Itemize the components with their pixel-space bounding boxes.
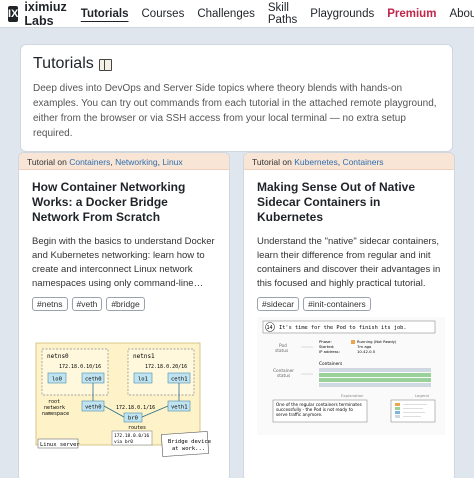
topic-link-kubernetes[interactable]: Kubernetes [294, 157, 337, 167]
nav-skill-paths[interactable]: Skill Paths [268, 2, 297, 26]
card-description: Understand the "native" sidecar containe… [257, 236, 441, 289]
nav-about[interactable]: About [449, 8, 474, 20]
route-1: 172.18.0.0/16 [114, 433, 150, 439]
route-2: via br0 [114, 439, 133, 445]
netns1-ip: 172.18.0.20/16 [145, 364, 187, 370]
nav-tutorials[interactable]: Tutorials [81, 8, 129, 20]
page-title: Tutorials [33, 55, 440, 73]
card-description: Begin with the basics to understand Dock… [32, 236, 215, 289]
tag-sidecar[interactable]: #sidecar [257, 297, 300, 311]
book-icon [98, 58, 112, 71]
tag-list: #sidecar #init-containers [257, 297, 441, 311]
intro-description: Deep dives into DevOps and Server Side t… [33, 83, 437, 139]
ceth1-label: ceth1 [171, 377, 188, 383]
nav-challenges[interactable]: Challenges [197, 8, 255, 20]
card-topics-header: Tutorial on Containers, Networking, Linu… [19, 153, 229, 170]
containers-label: Containers [319, 361, 343, 367]
tag-veth[interactable]: #veth [71, 297, 103, 311]
br0-label: br0 [128, 416, 138, 422]
topic-link-containers[interactable]: Containers [342, 157, 383, 167]
topic-link-containers[interactable]: Containers [69, 157, 110, 167]
card-title[interactable]: How Container Networking Works: a Docker… [32, 180, 216, 225]
ip-label: IP address: [319, 349, 340, 354]
veth1-label: veth1 [171, 405, 188, 411]
card-prefix: Tutorial on [252, 157, 292, 167]
ceth0-label: ceth0 [85, 377, 102, 383]
sidecar-diagram: 14 It's time for the Pod to finish its j… [257, 317, 445, 435]
tag-list: #netns #veth #bridge [32, 297, 216, 311]
step-number: 14 [267, 325, 273, 331]
topic-link-linux[interactable]: Linux [162, 157, 182, 167]
tag-init-containers[interactable]: #init-containers [303, 297, 371, 311]
brand-name[interactable]: iximiuz Labs [24, 0, 66, 28]
top-nav: IX iximiuz Labs Tutorials Courses Challe… [0, 0, 474, 28]
card-topics-header: Tutorial on Kubernetes, Containers [244, 153, 454, 170]
bridge-network-diagram: netns0 netns1 172.18.0.10/16 172.18.0.20… [32, 341, 220, 459]
tutorials-intro: Tutorials Deep dives into DevOps and Ser… [20, 44, 453, 152]
routes-label: routes [128, 425, 146, 431]
netns1-label: netns1 [133, 353, 155, 360]
card-prefix: Tutorial on [27, 157, 67, 167]
tutorial-card-container-networking[interactable]: Tutorial on Containers, Networking, Linu… [18, 152, 230, 478]
netns0-ip: 172.18.0.10/16 [59, 364, 101, 370]
tutorial-card-native-sidecars[interactable]: Tutorial on Kubernetes, Containers Makin… [243, 152, 455, 478]
nav-playgrounds[interactable]: Playgrounds [310, 8, 374, 20]
step-text: It's time for the Pod to finish its job. [279, 325, 407, 331]
explanation-label: Explanation [341, 393, 364, 398]
ip-value: 10.42.0.5 [357, 349, 376, 354]
veth0-label: veth0 [85, 405, 102, 411]
nav-premium[interactable]: Premium [387, 8, 436, 20]
topic-link-networking[interactable]: Networking [115, 157, 158, 167]
netns0-label: netns0 [47, 353, 69, 360]
lo1-label: lo1 [138, 377, 148, 383]
page-title-text: Tutorials [33, 55, 94, 72]
tag-bridge[interactable]: #bridge [106, 297, 145, 311]
nav-courses[interactable]: Courses [142, 8, 185, 20]
linux-server-label: Linux server [40, 442, 80, 448]
lo0-label: lo0 [52, 377, 62, 383]
legend-label: Legend [415, 393, 430, 398]
bridge-ip: 172.18.0.1/16 [116, 405, 155, 411]
card-title[interactable]: Making Sense Out of Native Sidecar Conta… [257, 180, 441, 225]
tag-netns[interactable]: #netns [32, 297, 68, 311]
iximiuz-logo-icon[interactable]: IX [8, 5, 19, 22]
